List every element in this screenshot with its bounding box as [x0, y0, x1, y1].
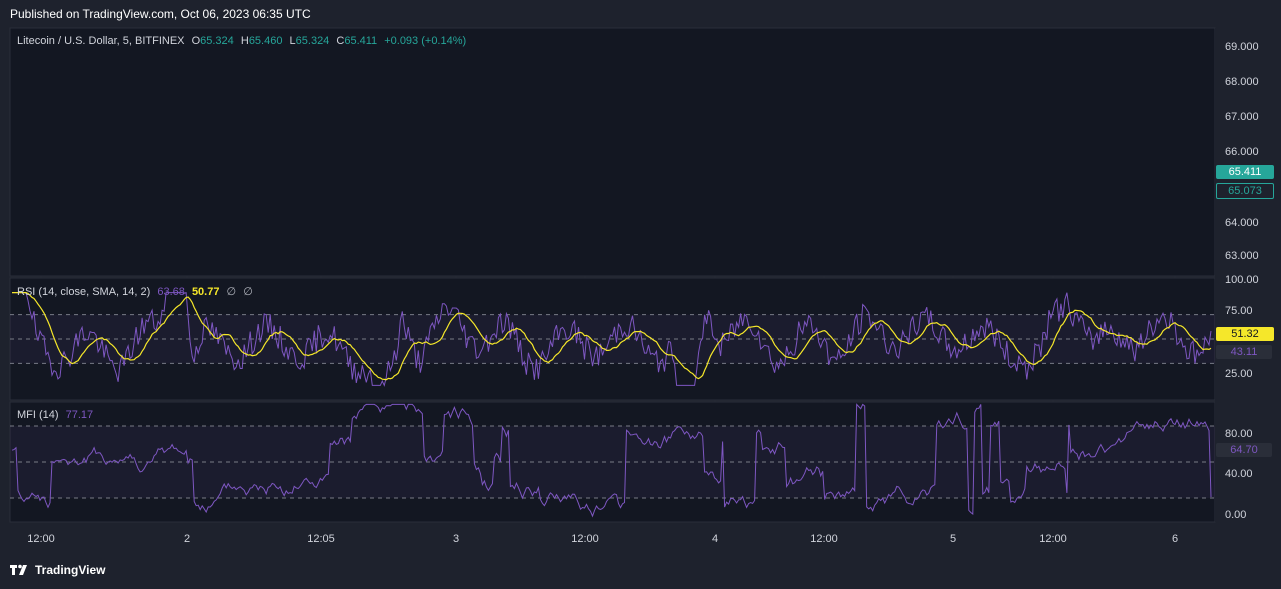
brand-label: TradingView: [35, 563, 106, 577]
time-tick: 12:05: [307, 533, 335, 545]
rsi-tick: 100.00: [1225, 274, 1259, 286]
time-tick: 12:00: [27, 533, 55, 545]
rsi-tick: 25.00: [1225, 368, 1253, 380]
rsi-extra-1: ∅: [226, 286, 237, 298]
mfi-value: 77.17: [65, 409, 94, 421]
price-tick: 67.000: [1225, 111, 1259, 123]
time-tick: 3: [452, 533, 460, 545]
mfi-value-tag: 64.70: [1216, 443, 1272, 457]
pane-background: [9, 27, 1216, 277]
rsi-legend[interactable]: RSI (14, close, SMA, 14, 2) 63.68 50.77 …: [17, 285, 257, 298]
secondary-price-tag: 65.073: [1216, 183, 1274, 199]
mfi-title: MFI (14): [17, 409, 59, 421]
time-tick: 12:00: [571, 533, 599, 545]
time-tick: 6: [1171, 533, 1179, 545]
mfi-tick: 40.00: [1225, 468, 1253, 480]
time-tick: 2: [183, 533, 191, 545]
price-tick: 68.000: [1225, 76, 1259, 88]
rsi-title: RSI (14, close, SMA, 14, 2): [17, 286, 151, 298]
ohlc-open: O65.324: [191, 35, 234, 47]
last-price-tag: 65.411: [1216, 165, 1274, 179]
ohlc-low: L65.324: [289, 35, 330, 47]
mfi-tick: 80.00: [1225, 428, 1253, 440]
time-tick: 5: [949, 533, 957, 545]
rsi-extra-2: ∅: [243, 286, 253, 298]
time-tick: 4: [711, 533, 719, 545]
price-tick: 66.000: [1225, 146, 1259, 158]
ohlc-close: C65.411: [336, 35, 378, 47]
rsi-tick: 75.00: [1225, 305, 1253, 317]
tradingview-logo-icon: [10, 564, 27, 575]
time-tick: 12:00: [810, 533, 838, 545]
rsi-sma-tag: 51.32: [1216, 327, 1274, 341]
mfi-legend[interactable]: MFI (14) 77.17: [17, 409, 97, 421]
time-tick: 12:00: [1039, 533, 1067, 545]
price-tick: 69.000: [1225, 41, 1259, 53]
tradingview-brand[interactable]: TradingView: [10, 563, 105, 577]
rsi-sma-value: 50.77: [191, 286, 220, 298]
price-tick: 64.000: [1225, 217, 1259, 229]
main-legend: Litecoin / U.S. Dollar, 5, BITFINEX O65.…: [17, 35, 470, 47]
price-tick: 63.000: [1225, 250, 1259, 262]
rsi-value-tag: 43.11: [1216, 345, 1272, 359]
symbol-title: Litecoin / U.S. Dollar, 5, BITFINEX: [17, 35, 185, 47]
price-change: +0.093 (+0.14%): [384, 35, 467, 47]
ohlc-high: H65.460: [240, 35, 283, 47]
rsi-value: 63.68: [157, 286, 185, 298]
mfi-tick: 0.00: [1225, 509, 1247, 521]
